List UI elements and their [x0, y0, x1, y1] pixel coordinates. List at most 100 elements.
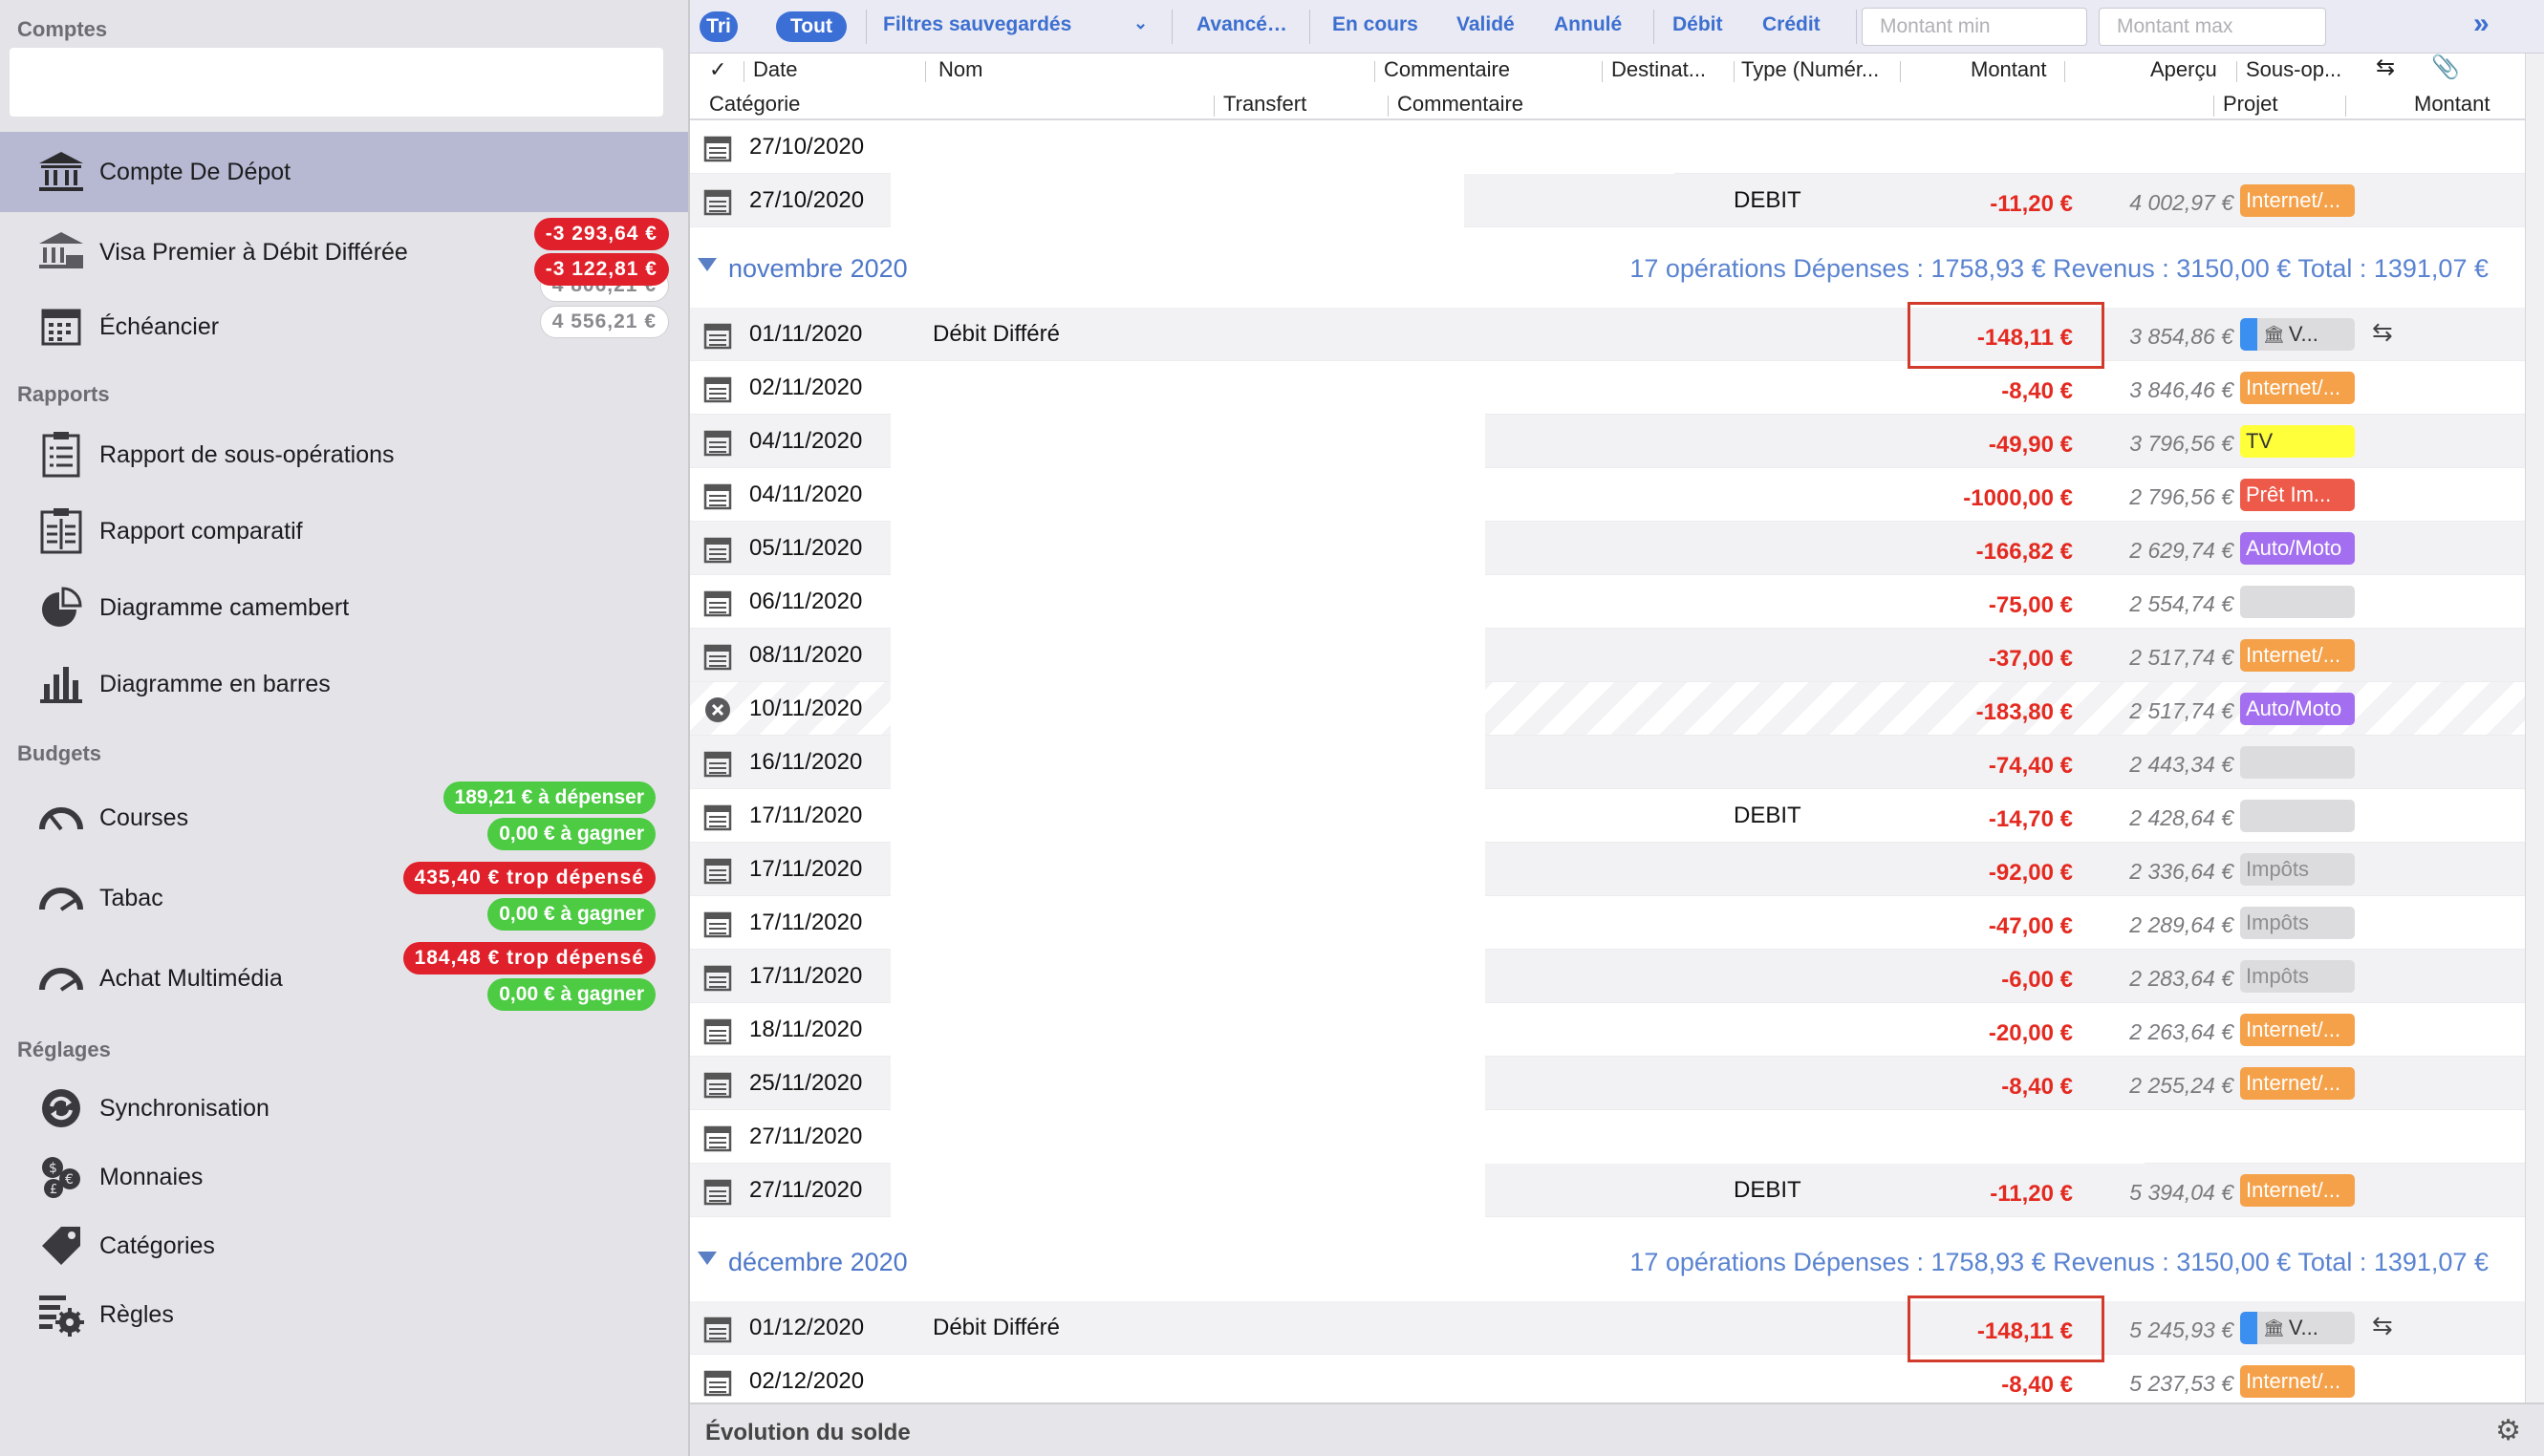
category-tag[interactable]: Internet/...: [2240, 1014, 2355, 1046]
category-tag[interactable]: 🏛 V...: [2240, 1312, 2355, 1344]
sous-op-column-header[interactable]: Sous-op...: [2246, 57, 2341, 82]
debit-filter[interactable]: Débit: [1672, 13, 1723, 36]
category-tag[interactable]: Internet/...: [2240, 639, 2355, 672]
column-divider: [2236, 61, 2237, 82]
category-tag[interactable]: Auto/Moto: [2240, 693, 2355, 725]
vertical-scrollbar[interactable]: [2525, 54, 2544, 1402]
category-tag[interactable]: Internet/...: [2240, 1174, 2355, 1207]
sidebar-item-synchronisation[interactable]: Synchronisation: [0, 1074, 688, 1143]
sidebar-item-label: Diagramme en barres: [99, 671, 331, 697]
category-tag[interactable]: Prêt Im...: [2240, 479, 2355, 511]
category-tag[interactable]: TV: [2240, 425, 2355, 458]
sidebar-item-diagramme-camembert[interactable]: Diagramme camembert: [0, 573, 688, 642]
transfer-arrows-icon[interactable]: ⇆: [2372, 317, 2393, 347]
date-column-header[interactable]: Date: [753, 57, 797, 82]
credit-filter[interactable]: Crédit: [1762, 13, 1821, 36]
category-tag[interactable]: Impôts: [2240, 853, 2355, 886]
chevron-down-icon[interactable]: ⌄: [1133, 13, 1148, 33]
categorie-column-header[interactable]: Catégorie: [709, 92, 800, 117]
check-column-header[interactable]: ✓: [709, 57, 726, 82]
running-balance: 2 289,64 €: [2129, 912, 2233, 937]
disclosure-triangle-icon[interactable]: [698, 258, 717, 271]
montant2-column-header[interactable]: Montant: [2414, 92, 2490, 117]
commentaire-column-header[interactable]: Commentaire: [1384, 57, 1510, 82]
sidebar-item-rapport-comparatif[interactable]: Rapport comparatif: [0, 497, 688, 566]
category-tag[interactable]: 🏛 V...: [2240, 318, 2355, 351]
category-tag[interactable]: Auto/Moto: [2240, 532, 2355, 565]
transaction-date: 27/10/2020: [749, 187, 865, 213]
annule-filter[interactable]: Annulé: [1554, 13, 1622, 36]
sidebar-item-compte-de-depot[interactable]: Compte De Dépot 4 806,21 € 4 556,21 €: [0, 132, 688, 338]
running-balance: 2 517,74 €: [2129, 698, 2233, 723]
category-tag[interactable]: [2240, 800, 2355, 832]
table-row[interactable]: 02/12/2020 -8,40 € 5 237,53 € Internet/...: [690, 1355, 2525, 1402]
montant-min-input[interactable]: Montant min: [1862, 8, 2087, 46]
accounts-search-field[interactable]: [10, 48, 663, 117]
category-tag-label: Impôts: [2246, 857, 2310, 881]
month-group-header[interactable]: décembre 2020 17 opérations Dépenses : 17…: [690, 1227, 2525, 1303]
sync-icon: [36, 1083, 86, 1133]
sidebar-item-monnaies[interactable]: $ € £ Monnaies: [0, 1143, 688, 1211]
tri-button[interactable]: Tri: [700, 11, 738, 42]
montant-max-input[interactable]: Montant max: [2099, 8, 2326, 46]
sidebar-item-categories[interactable]: Catégories: [0, 1211, 688, 1280]
account-balance-badge: -3 122,81 €: [533, 253, 669, 286]
filter-toolbar: Tri Tout Filtres sauvegardés ⌄ Avancé… E…: [690, 0, 2544, 54]
transaction-amount: -8,40 €: [2001, 1372, 2073, 1398]
en-cours-filter[interactable]: En cours: [1332, 13, 1418, 36]
category-tag[interactable]: Impôts: [2240, 960, 2355, 993]
calendar-icon: [703, 1315, 732, 1343]
category-tag[interactable]: Internet/...: [2240, 1365, 2355, 1398]
bank-icon: 🏛: [2263, 1317, 2285, 1338]
advanced-filter-button[interactable]: Avancé…: [1197, 13, 1287, 36]
nom-column-header[interactable]: Nom: [938, 57, 982, 82]
report-compare-icon: [36, 506, 86, 556]
toolbar-separator: [1856, 10, 1857, 44]
apercu-column-header[interactable]: Aperçu: [2150, 57, 2217, 82]
table-row[interactable]: 01/12/2020 Débit Différé -148,11 €5 245,93…: [690, 1301, 2525, 1355]
sidebar-item-rapport-sous-operations[interactable]: Rapport de sous-opérations: [0, 420, 688, 489]
projet-column-header[interactable]: Projet: [2223, 92, 2277, 117]
destinataire-column-header[interactable]: Destinat...: [1611, 57, 1706, 82]
valide-filter[interactable]: Validé: [1456, 13, 1515, 36]
type-column-header[interactable]: Type (Numér...: [1741, 57, 1879, 82]
sidebar-item-label: Catégories: [99, 1232, 215, 1259]
disclosure-triangle-icon[interactable]: [698, 1252, 717, 1265]
month-group-header[interactable]: novembre 2020 17 opérations Dépenses : 17…: [690, 233, 2525, 310]
paperclip-icon[interactable]: 📎: [2431, 54, 2460, 81]
category-tag[interactable]: Internet/...: [2240, 372, 2355, 404]
sidebar-item-label: Rapport de sous-opérations: [99, 441, 395, 468]
category-tag[interactable]: Impôts: [2240, 907, 2355, 939]
month-group-summary: 17 opérations Dépenses : 1758,93 € Reven…: [1629, 1248, 2489, 1276]
transfert-column-header[interactable]: Transfert: [1223, 92, 1306, 117]
category-tag[interactable]: [2240, 746, 2355, 779]
table-row[interactable]: 01/11/2020 Débit Différé -148,11 €3 854,86…: [690, 308, 2525, 361]
running-balance: 5 394,04 €: [2129, 1180, 2233, 1205]
toolbar-separator: [1653, 10, 1654, 44]
table-row[interactable]: 27/10/2020 DEBIT -11,20 € 4 002,97 € Interne…: [690, 174, 2525, 227]
balance-evolution-bar[interactable]: Évolution du solde ⚙: [690, 1402, 2544, 1456]
sidebar-item-diagramme-barres[interactable]: Diagramme en barres: [0, 650, 688, 718]
transfer-arrows-icon[interactable]: ⇆: [2372, 1311, 2393, 1340]
category-tag-label: Internet/...: [2246, 188, 2341, 212]
expand-double-chevron-icon[interactable]: »: [2473, 8, 2490, 40]
calendar-icon: [703, 321, 732, 350]
month-group-title: décembre 2020: [728, 1248, 908, 1276]
tout-button[interactable]: Tout: [776, 11, 847, 42]
table-row[interactable]: 27/10/2020: [690, 120, 2525, 174]
gear-icon[interactable]: ⚙: [2495, 1414, 2521, 1447]
sidebar-item-label: Achat Multimédia: [99, 965, 283, 992]
commentaire2-column-header[interactable]: Commentaire: [1397, 92, 1523, 117]
category-tag[interactable]: [2240, 586, 2355, 618]
transfer-arrows-icon[interactable]: ⇆: [2376, 54, 2395, 81]
category-tag[interactable]: Internet/...: [2240, 1067, 2355, 1100]
category-tag[interactable]: Internet/...: [2240, 184, 2355, 217]
sidebar-item-regles[interactable]: Règles: [0, 1280, 688, 1349]
tag-icon: [36, 1221, 86, 1271]
sidebar-item-echeancier[interactable]: Échéancier: [0, 292, 688, 359]
column-divider: [1900, 61, 1901, 82]
montant-column-header[interactable]: Montant: [1971, 57, 2047, 82]
section-header-reglages: Réglages: [17, 1038, 111, 1061]
saved-filters-dropdown[interactable]: Filtres sauvegardés: [883, 13, 1071, 36]
transaction-type: DEBIT: [1734, 1177, 1801, 1203]
